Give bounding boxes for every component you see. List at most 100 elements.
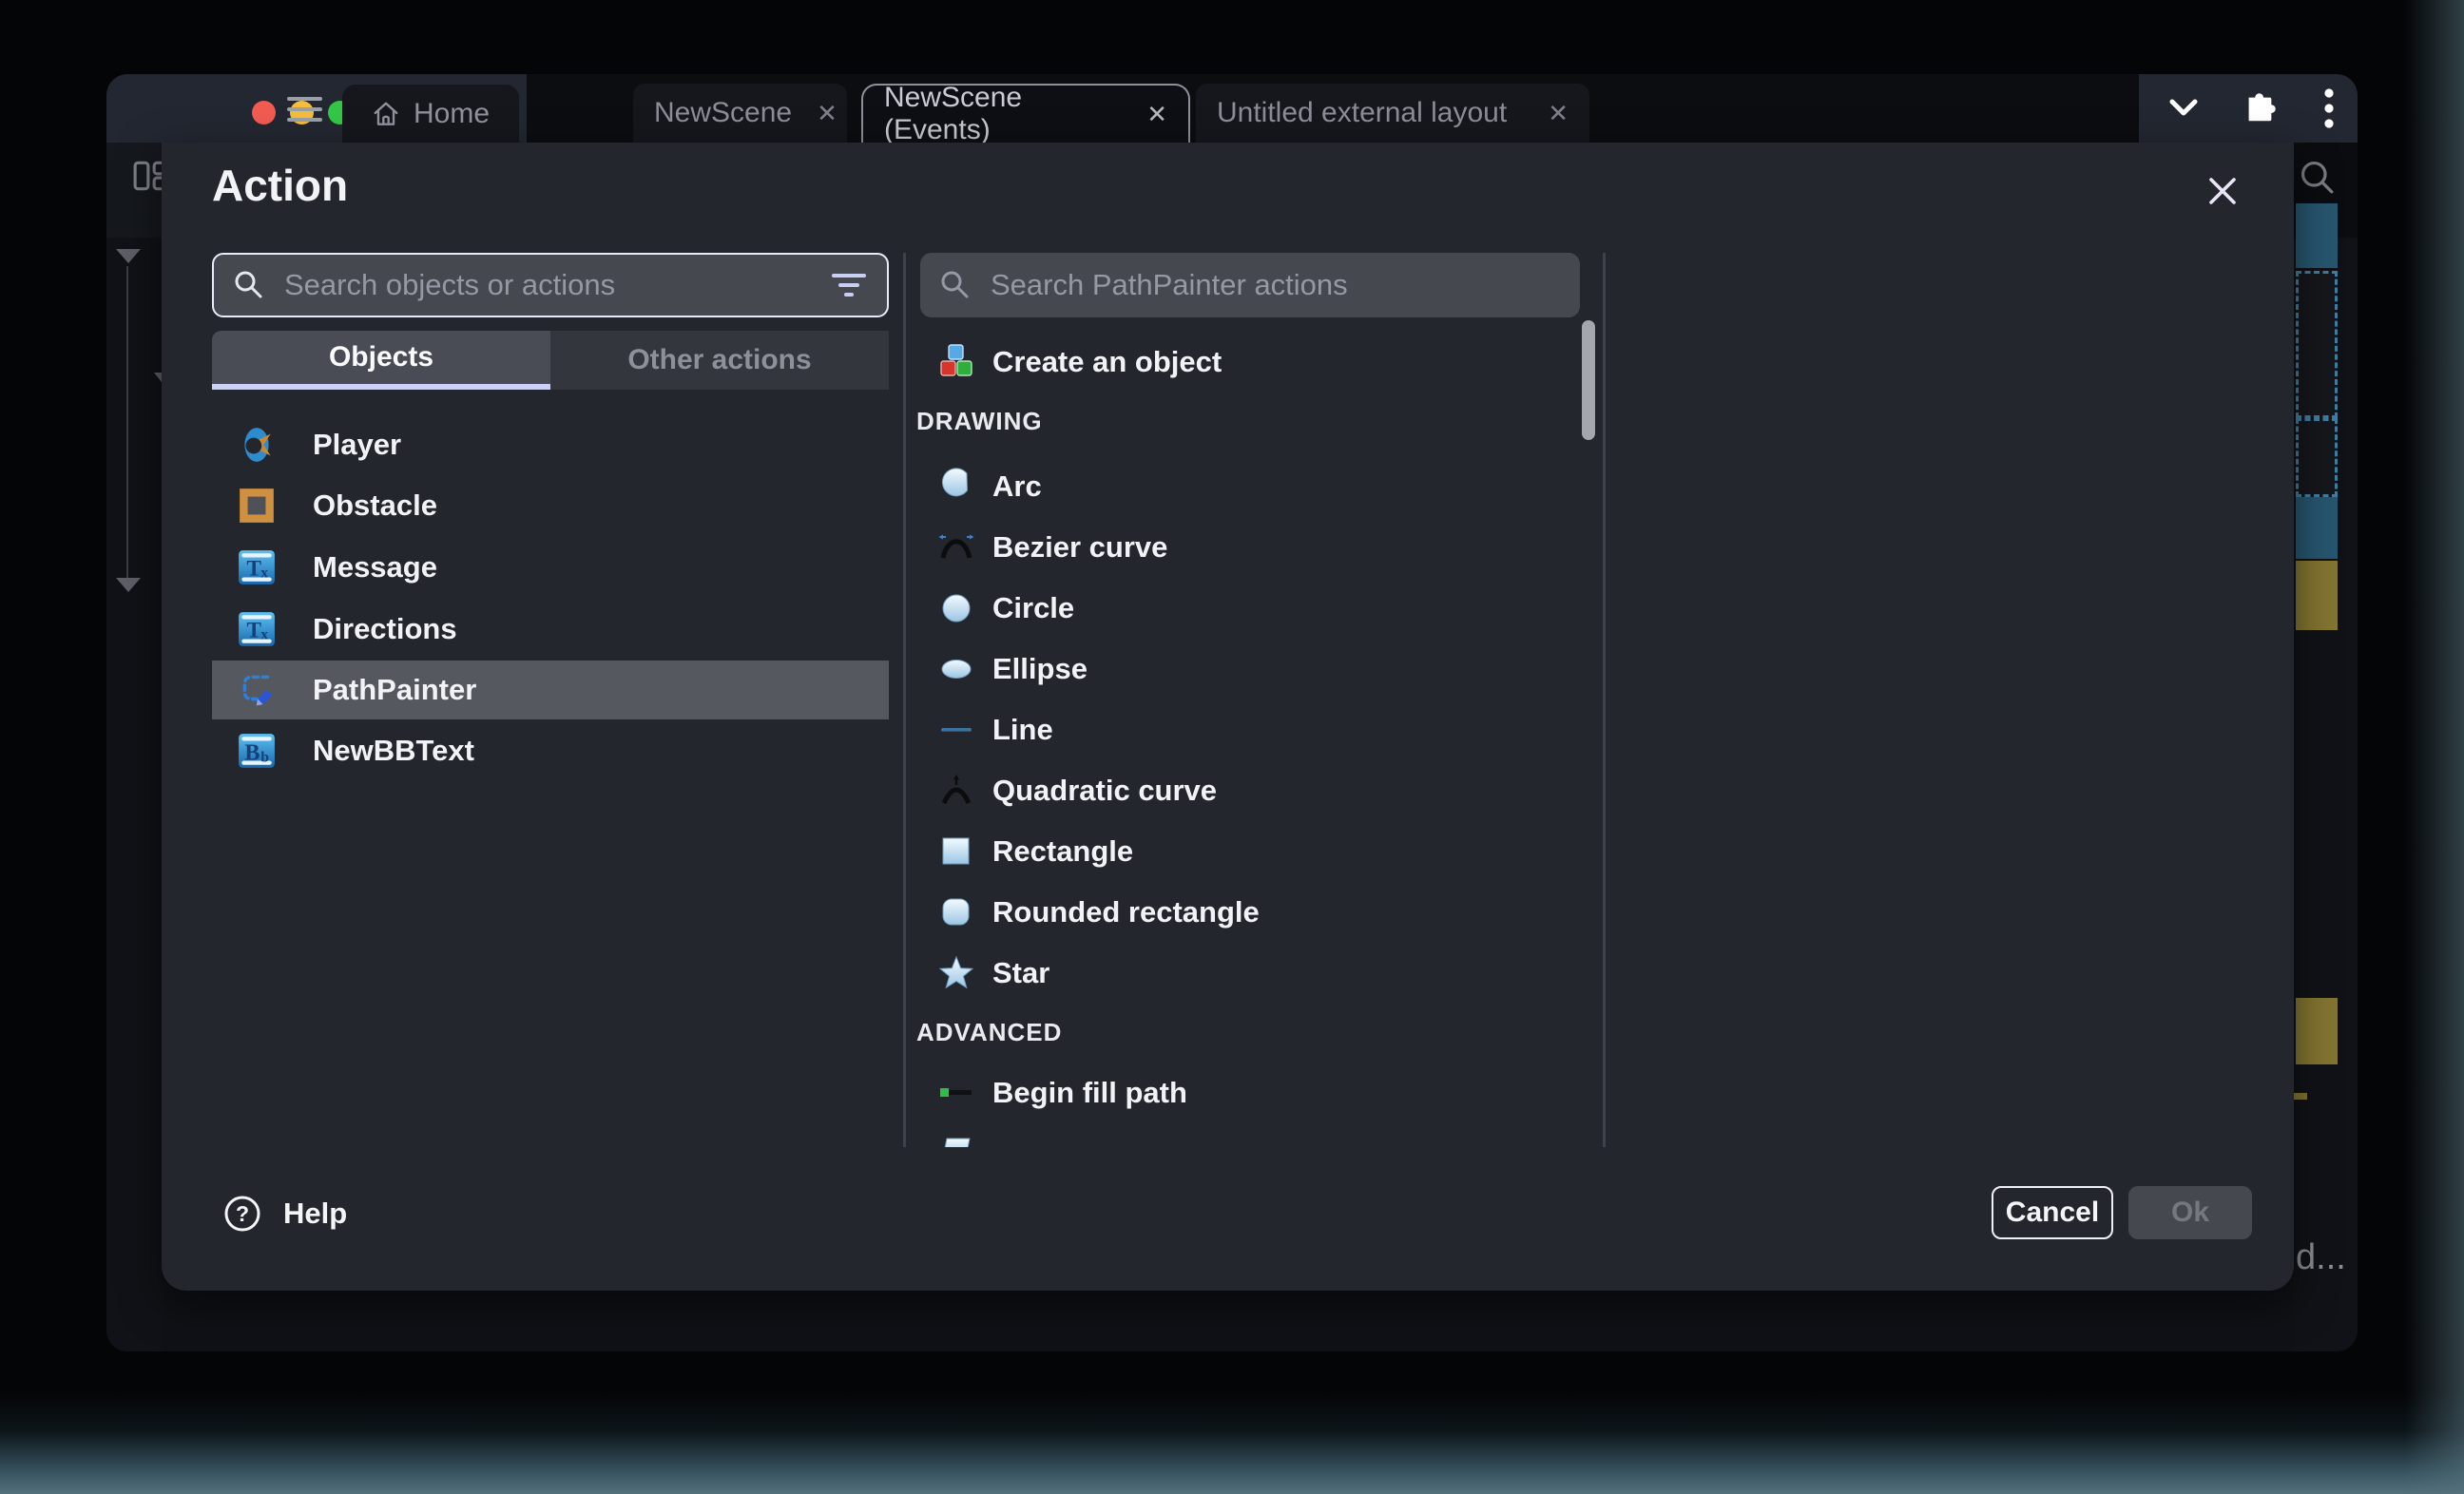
background-right-panel: d... [2294, 143, 2358, 1351]
search-icon [233, 269, 265, 301]
tab-objects-label: Objects [329, 341, 433, 374]
section-header-advanced: ADVANCED [916, 1018, 1062, 1047]
home-icon [372, 100, 400, 128]
scene-object-thumbnail [2296, 203, 2338, 268]
arc-icon [937, 468, 975, 506]
action-label: Rectangle [992, 834, 1133, 869]
action-label: Line [992, 713, 1053, 747]
object-label: Message [313, 550, 437, 584]
objects-list: Player Obstacle [212, 415, 889, 795]
scene-selection-outline [2296, 418, 2338, 497]
search-icon [939, 269, 972, 301]
actions-list: Create an object DRAWING Arc [913, 325, 1602, 1147]
action-label: Begin fill path [992, 1076, 1187, 1110]
create-object-icon [937, 343, 975, 381]
clipped-action-icon [937, 1135, 975, 1147]
window-close-button[interactable] [252, 101, 276, 124]
tab-untitled-external-layout[interactable]: Untitled external layout ✕ [1196, 84, 1589, 143]
action-row-quadratic-curve[interactable]: Quadratic curve [913, 762, 1602, 819]
action-row-circle[interactable]: Circle [913, 580, 1602, 637]
action-row-rounded-rectangle[interactable]: Rounded rectangle [913, 884, 1602, 941]
action-label: Quadratic curve [992, 774, 1217, 808]
scene-object-thumbnail [2296, 561, 2338, 630]
truncated-background-text: d... [2296, 1237, 2346, 1278]
ellipse-icon [937, 650, 975, 688]
help-button[interactable]: ? Help [222, 1194, 347, 1234]
titlebar-right-segment [2139, 74, 2358, 143]
object-row-pathpainter[interactable]: PathPainter [212, 661, 889, 719]
tab-label: NewScene (Events) [884, 82, 1122, 146]
chevron-down-icon[interactable] [2167, 98, 2200, 119]
action-row-line[interactable]: Line [913, 701, 1602, 758]
text-object-icon: T x [237, 547, 277, 587]
actions-search-field[interactable] [920, 253, 1580, 317]
tree-collapse-icon[interactable] [116, 249, 141, 263]
tab-label: Untitled external layout [1217, 97, 1507, 129]
title-tab-bar: Home NewScene ✕ NewScene (Events) ✕ Unti… [106, 74, 2358, 143]
action-label: Circle [992, 591, 1074, 625]
bbtext-object-icon: B b [237, 731, 277, 771]
tab-close-icon[interactable]: ✕ [817, 101, 837, 125]
dialog-title: Action [212, 160, 348, 211]
action-row-arc[interactable]: Arc [913, 458, 1602, 515]
tab-newscene[interactable]: NewScene ✕ [633, 84, 847, 143]
objects-search-field[interactable] [212, 253, 889, 317]
tree-collapse-icon[interactable] [116, 578, 141, 592]
path-painter-icon [237, 670, 277, 710]
scene-object-thumbnail [2296, 497, 2338, 559]
ok-button[interactable]: Ok [2128, 1186, 2252, 1239]
scene-object-thumbnail [2296, 998, 2338, 1064]
action-row-bezier-curve[interactable]: Bezier curve [913, 519, 1602, 576]
more-options-kebab-icon[interactable] [2323, 86, 2335, 130]
action-row-rectangle[interactable]: Rectangle [913, 823, 1602, 880]
player-icon [237, 425, 277, 465]
object-label: Obstacle [313, 488, 437, 523]
close-icon[interactable] [2202, 171, 2243, 213]
obstacle-icon [237, 486, 277, 526]
star-icon [937, 954, 975, 992]
actions-scrollbar-thumb[interactable] [1582, 320, 1595, 440]
object-label: Player [313, 428, 401, 462]
tab-close-icon[interactable]: ✕ [1146, 102, 1167, 126]
action-label: Create an object [992, 345, 1222, 379]
action-row-star[interactable]: Star [913, 945, 1602, 1002]
actions-search-input[interactable] [989, 267, 1561, 303]
svg-text:T: T [247, 617, 262, 642]
tab-home[interactable]: Home [342, 85, 519, 143]
tab-objects[interactable]: Objects [212, 331, 550, 390]
action-row-clipped[interactable] [913, 1125, 1602, 1147]
svg-text:x: x [260, 627, 268, 643]
tab-home-label: Home [414, 98, 490, 130]
help-icon: ? [222, 1194, 262, 1234]
text-object-icon: T x [237, 609, 277, 649]
object-row-directions[interactable]: T x Directions [212, 600, 889, 659]
rounded-rectangle-icon [937, 893, 975, 931]
help-label: Help [283, 1197, 347, 1231]
line-icon [937, 711, 975, 749]
object-row-obstacle[interactable]: Obstacle [212, 476, 889, 535]
tab-close-icon[interactable]: ✕ [1548, 101, 1569, 125]
actions-panel-divider [1603, 253, 1606, 1147]
tab-other-actions[interactable]: Other actions [550, 331, 889, 390]
search-icon[interactable] [2298, 158, 2338, 198]
object-label: NewBBText [313, 734, 474, 768]
filter-icon[interactable] [830, 272, 868, 298]
action-row-create-object[interactable]: Create an object [913, 334, 1602, 391]
tree-guide-line [126, 266, 128, 578]
objects-search-input[interactable] [282, 267, 830, 303]
action-row-ellipse[interactable]: Ellipse [913, 641, 1602, 698]
extensions-puzzle-icon[interactable] [2242, 90, 2278, 126]
scene-selection-outline [2296, 271, 2338, 418]
object-row-player[interactable]: Player [212, 415, 889, 474]
tab-newscene-events[interactable]: NewScene (Events) ✕ [861, 84, 1190, 143]
action-label: Star [992, 956, 1049, 990]
action-label: Rounded rectangle [992, 895, 1260, 929]
cancel-button[interactable]: Cancel [1992, 1186, 2113, 1239]
main-menu-icon[interactable] [287, 97, 322, 122]
action-dialog: Action [162, 143, 2294, 1291]
action-row-begin-fill-path[interactable]: Begin fill path [913, 1064, 1602, 1121]
background-left-panel [106, 143, 162, 1351]
app-window: Home NewScene ✕ NewScene (Events) ✕ Unti… [106, 74, 2358, 1351]
object-row-message[interactable]: T x Message [212, 538, 889, 597]
object-row-newbbtext[interactable]: B b NewBBText [212, 721, 889, 780]
